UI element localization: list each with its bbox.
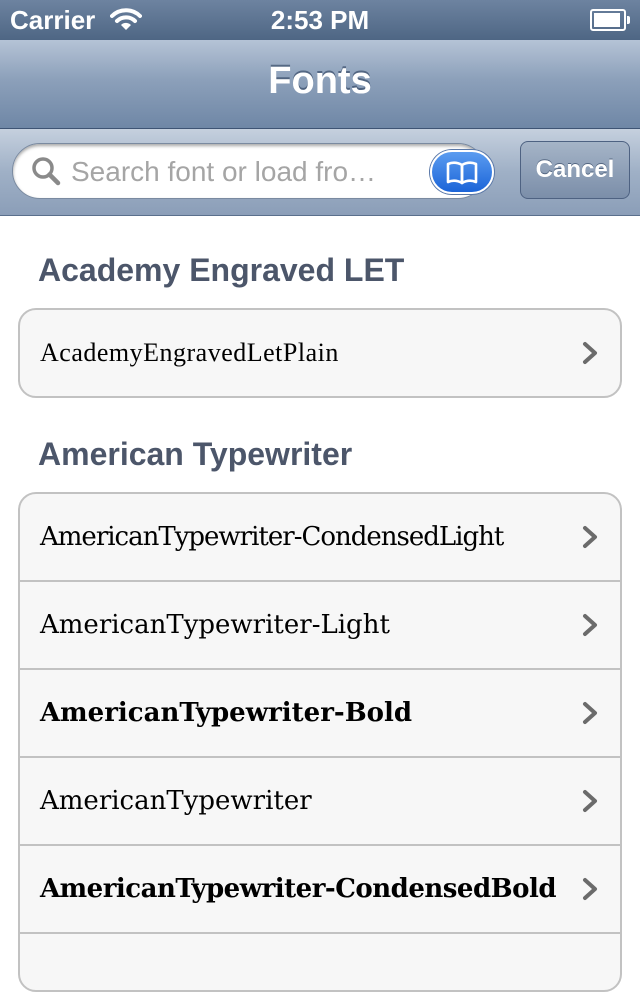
- search-input[interactable]: [69, 152, 403, 192]
- font-group: AmericanTypewriter-CondensedLight Americ…: [18, 492, 622, 992]
- font-row[interactable]: AmericanTypewriter-Light: [20, 582, 620, 670]
- chevron-right-icon: [583, 614, 597, 636]
- font-row[interactable]: AcademyEngravedLetPlain: [20, 310, 620, 396]
- book-icon: [446, 161, 478, 185]
- font-row[interactable]: AmericanTypewriter: [20, 758, 620, 846]
- font-group: AcademyEngravedLetPlain: [18, 308, 622, 398]
- search-bar: Cancel: [0, 129, 640, 216]
- font-name: AcademyEngravedLetPlain: [40, 338, 339, 367]
- section-header: American Typewriter: [38, 436, 353, 472]
- search-icon: [32, 157, 61, 186]
- font-name: AmericanTypewriter-Light: [40, 610, 390, 640]
- chevron-right-icon: [583, 702, 597, 724]
- chevron-right-icon: [583, 526, 597, 548]
- page-title: Fonts: [268, 60, 372, 102]
- status-bar: Carrier 2:53 PM: [0, 0, 640, 40]
- chevron-right-icon: [583, 878, 597, 900]
- status-time: 2:53 PM: [270, 5, 370, 35]
- chevron-right-icon: [583, 790, 597, 812]
- search-field[interactable]: [12, 143, 494, 199]
- font-row[interactable]: AmericanTypewriter-CondensedBold: [20, 846, 620, 934]
- navigation-bar: Fonts: [0, 40, 640, 129]
- font-row[interactable]: AmericanTypewriter-Bold: [20, 670, 620, 758]
- section-header: Academy Engraved LET: [38, 252, 405, 288]
- font-name: AmericanTypewriter: [40, 786, 312, 816]
- chevron-right-icon: [583, 342, 597, 364]
- font-name: AmericanTypewriter-CondensedLight: [40, 522, 504, 552]
- font-name: AmericanTypewriter-CondensedBold: [40, 874, 557, 904]
- font-row[interactable]: [20, 934, 620, 990]
- font-row[interactable]: AmericanTypewriter-CondensedLight: [20, 494, 620, 582]
- cancel-button[interactable]: Cancel: [520, 141, 630, 199]
- bookmarks-button[interactable]: [430, 150, 494, 194]
- font-name: AmericanTypewriter-Bold: [40, 698, 413, 728]
- battery-icon: [590, 9, 630, 31]
